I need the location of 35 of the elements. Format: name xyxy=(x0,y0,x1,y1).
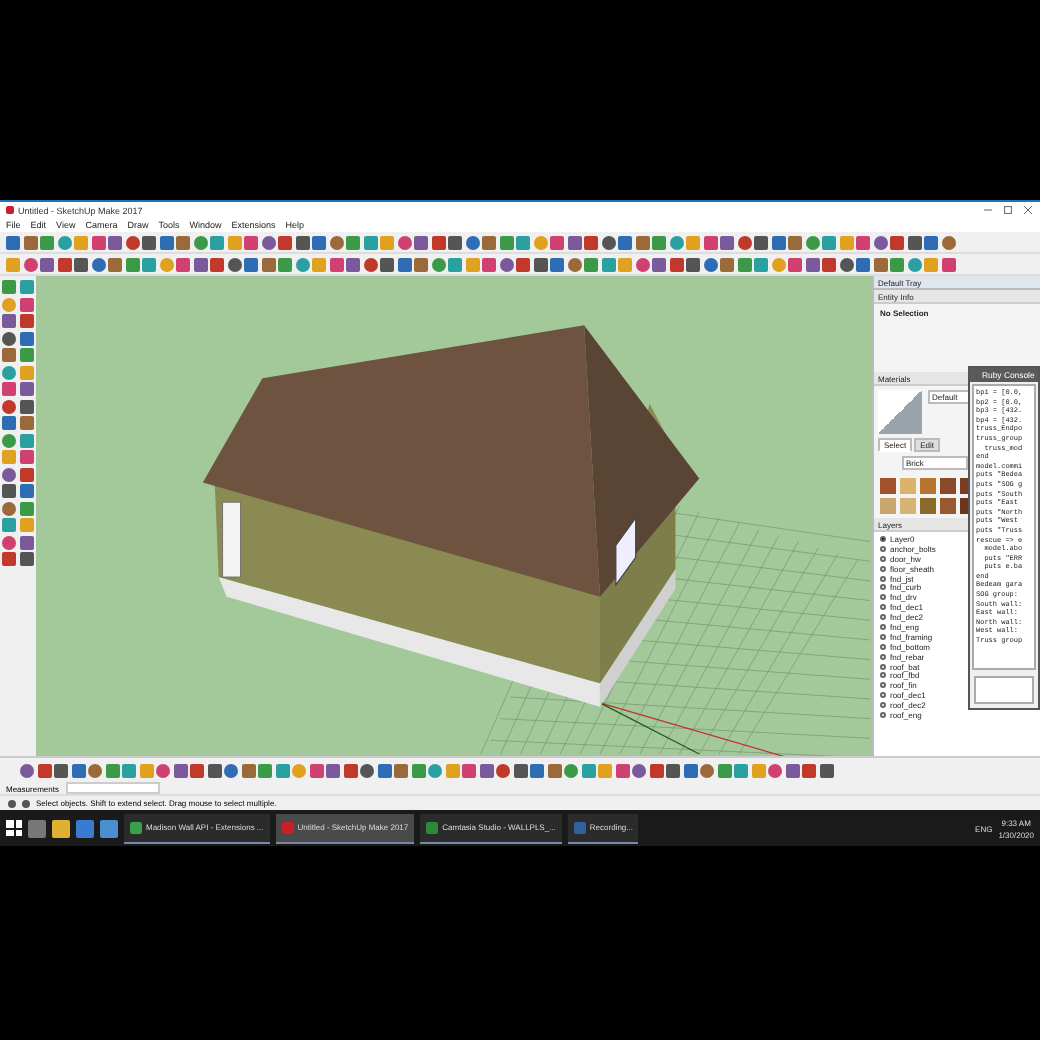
material-preview xyxy=(878,390,922,434)
radio-button[interactable] xyxy=(880,555,886,562)
radio-button[interactable] xyxy=(880,633,886,640)
material-swatch[interactable] xyxy=(880,478,896,494)
app-icon xyxy=(6,206,14,214)
radio-button[interactable] xyxy=(880,535,886,542)
radio-button[interactable] xyxy=(880,711,886,718)
radio-button[interactable] xyxy=(880,584,886,591)
measurements-field[interactable] xyxy=(66,782,161,794)
radio-button[interactable] xyxy=(880,604,886,611)
radio-button[interactable] xyxy=(880,663,886,670)
material-swatch[interactable] xyxy=(880,498,896,514)
radio-button[interactable] xyxy=(880,594,886,601)
minimize-icon[interactable] xyxy=(984,206,992,214)
radio-button[interactable] xyxy=(880,643,886,650)
material-swatch[interactable] xyxy=(940,478,956,494)
radio-button[interactable] xyxy=(880,575,886,581)
material-swatch[interactable] xyxy=(940,498,956,514)
close-icon[interactable] xyxy=(1024,206,1032,214)
radio-button[interactable] xyxy=(880,614,886,621)
radio-button[interactable] xyxy=(880,702,886,709)
radio-button[interactable] xyxy=(880,565,886,572)
radio-button[interactable] xyxy=(880,653,886,660)
radio-button[interactable] xyxy=(880,545,886,552)
radio-button[interactable] xyxy=(880,623,886,630)
material-swatch[interactable] xyxy=(920,498,936,514)
start-icon[interactable] xyxy=(6,820,22,836)
radio-button[interactable] xyxy=(880,672,886,679)
material-swatch[interactable] xyxy=(900,478,916,494)
radio-button[interactable] xyxy=(880,682,886,689)
material-swatch[interactable] xyxy=(920,478,936,494)
maximize-icon[interactable] xyxy=(1004,206,1012,214)
console-input[interactable] xyxy=(974,676,1034,704)
material-swatch[interactable] xyxy=(900,498,916,514)
radio-button[interactable] xyxy=(880,692,886,699)
